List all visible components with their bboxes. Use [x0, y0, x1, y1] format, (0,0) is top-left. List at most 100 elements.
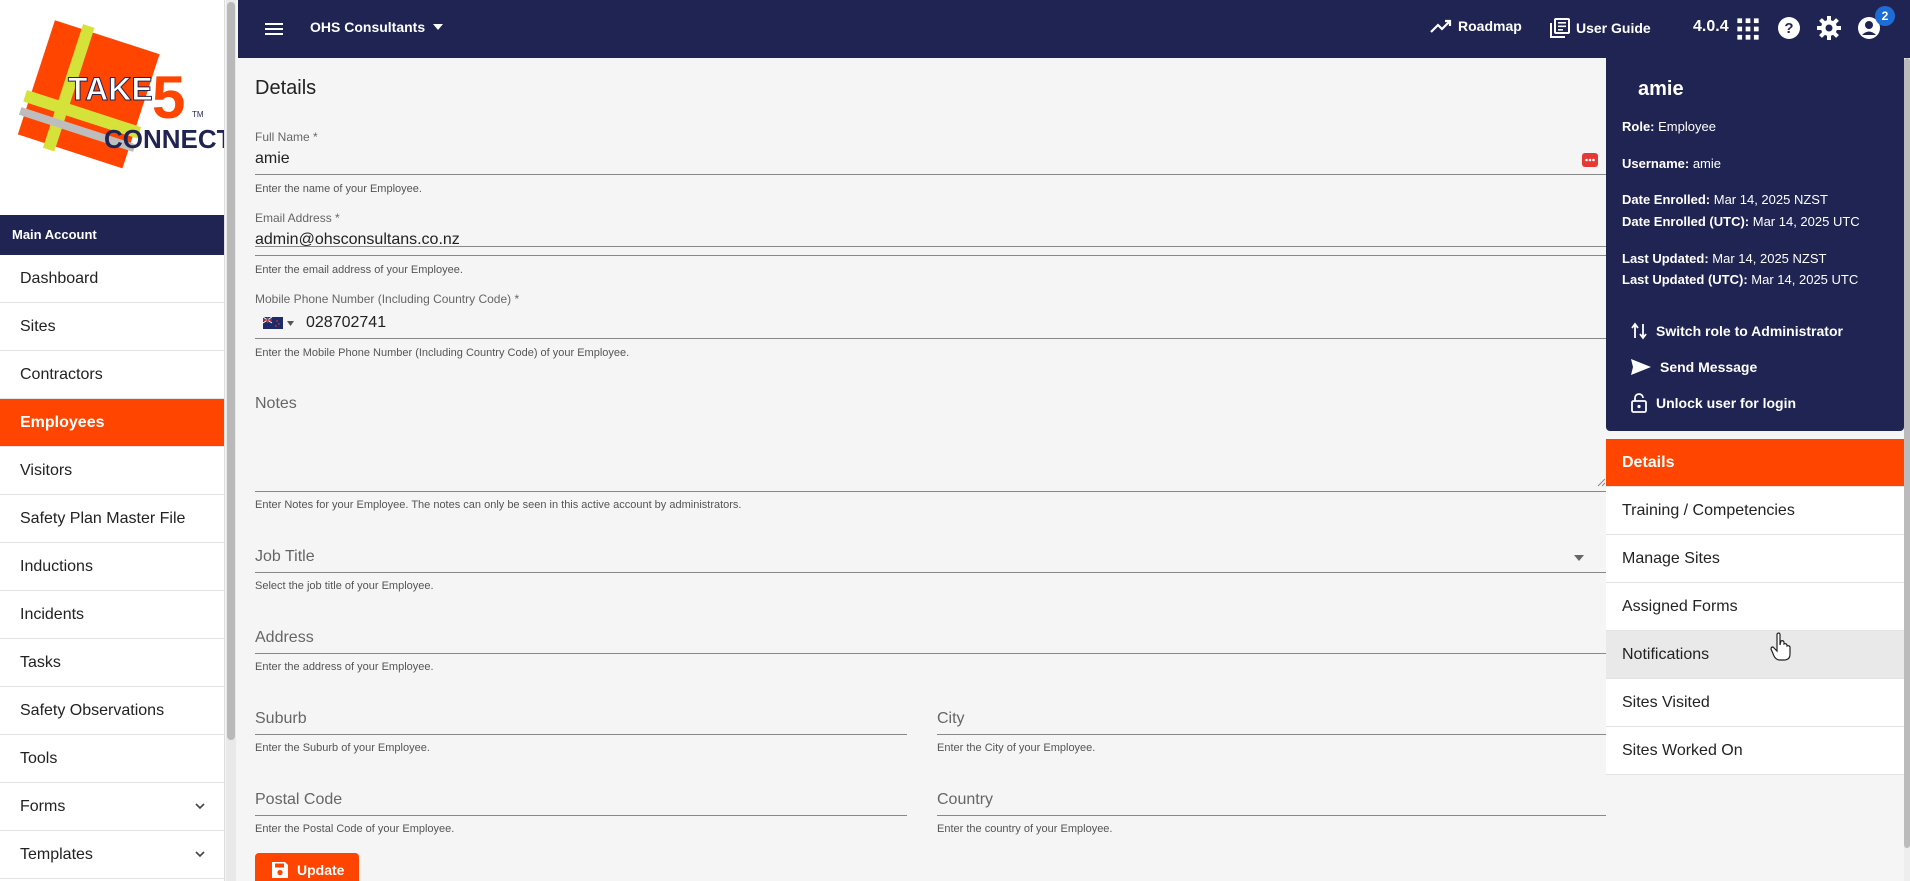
page-scrollbar-thumb[interactable]	[1904, 58, 1910, 848]
switch-role-button[interactable]: Switch role to Administrator	[1630, 322, 1843, 340]
country-input[interactable]: Country	[937, 791, 993, 809]
unlock-user-button[interactable]: Unlock user for login	[1630, 393, 1796, 413]
tab-assigned-forms[interactable]: Assigned Forms	[1606, 583, 1904, 631]
svg-text:TAKE: TAKE	[68, 71, 153, 107]
update-label: Update	[297, 862, 345, 878]
sidebar-item-contractors[interactable]: Contractors	[0, 351, 224, 399]
chevron-down-icon	[195, 851, 205, 858]
address-helper: Enter the address of your Employee.	[255, 661, 434, 673]
page-scrollbar[interactable]	[1904, 58, 1910, 881]
email-label: Email Address *	[255, 211, 340, 225]
tab-training-competencies[interactable]: Training / Competencies	[1606, 487, 1904, 535]
sidebar-item-tasks[interactable]: Tasks	[0, 639, 224, 687]
mobile-input[interactable]: 028702741	[306, 314, 386, 332]
suburb-input[interactable]: Suburb	[255, 710, 307, 728]
notification-badge: 2	[1875, 6, 1895, 26]
resize-handle-icon[interactable]	[1597, 478, 1606, 487]
gear-icon[interactable]	[1816, 15, 1842, 41]
full-name-field[interactable]: Full Name * amie	[255, 130, 1606, 247]
date-enrolled-label: Date Enrolled:	[1622, 192, 1711, 207]
email-underline	[255, 255, 1606, 256]
address-underline	[255, 653, 1606, 654]
username-info: Username: amie	[1622, 156, 1721, 171]
apps-grid-icon[interactable]	[1735, 16, 1761, 42]
postal-code-underline	[255, 815, 907, 816]
role-value: Employee	[1658, 119, 1716, 134]
sidebar-scrollbar[interactable]	[226, 0, 236, 881]
caret-down-icon	[287, 320, 294, 326]
sidebar-item-safety-plan-master-file[interactable]: Safety Plan Master File	[0, 495, 224, 543]
hamburger-menu-icon[interactable]	[262, 17, 286, 41]
roadmap-link[interactable]: Roadmap	[1430, 18, 1522, 34]
tab-sites-worked-on[interactable]: Sites Worked On	[1606, 727, 1904, 775]
swap-vertical-icon	[1631, 322, 1647, 340]
roadmap-label: Roadmap	[1458, 18, 1522, 34]
notes-textarea[interactable]: Notes	[255, 395, 297, 413]
city-input[interactable]: City	[937, 710, 965, 728]
update-button[interactable]: Update	[255, 853, 359, 881]
library-books-icon	[1550, 18, 1570, 38]
city-underline	[937, 734, 1606, 735]
main-account-header: Main Account	[0, 215, 224, 255]
svg-text:5: 5	[152, 64, 185, 131]
email-field[interactable]: Email Address * admin@ohsconsultans.co.n…	[255, 211, 1606, 249]
sidebar-item-tools[interactable]: Tools	[0, 735, 224, 783]
last-updated-info: Last Updated: Mar 14, 2025 NZST	[1622, 251, 1826, 266]
sidebar-item-incidents[interactable]: Incidents	[0, 591, 224, 639]
date-enrolled-utc-value: Mar 14, 2025 UTC	[1752, 214, 1860, 229]
last-updated-utc-label: Last Updated (UTC):	[1622, 272, 1748, 287]
postal-code-helper: Enter the Postal Code of your Employee.	[255, 823, 455, 835]
account-selector[interactable]: OHS Consultants	[310, 19, 444, 35]
username-value: amie	[1692, 156, 1722, 171]
sidebar-item-visitors[interactable]: Visitors	[0, 447, 224, 495]
username-label: Username:	[1622, 156, 1690, 171]
email-input[interactable]: admin@ohsconsultans.co.nz	[255, 231, 1606, 249]
last-updated-utc-info: Last Updated (UTC): Mar 14, 2025 UTC	[1622, 272, 1858, 287]
email-helper: Enter the email address of your Employee…	[255, 264, 463, 276]
user-guide-label: User Guide	[1576, 20, 1651, 36]
country-code-selector[interactable]	[263, 317, 294, 329]
country-underline	[937, 815, 1606, 816]
sidebar-item-safety-observations[interactable]: Safety Observations	[0, 687, 224, 735]
take5-connect-logo[interactable]: TAKE 5 CONNECT TM	[0, 0, 224, 215]
sidebar-item-templates[interactable]: Templates	[0, 831, 224, 879]
password-manager-icon[interactable]	[1582, 153, 1598, 167]
tab-notifications[interactable]: Notifications	[1606, 631, 1904, 679]
caret-down-icon[interactable]	[1574, 555, 1584, 561]
nz-flag-icon	[263, 317, 283, 329]
suburb-helper: Enter the Suburb of your Employee.	[255, 742, 430, 754]
send-message-button[interactable]: Send Message	[1630, 358, 1757, 376]
send-icon	[1631, 359, 1651, 375]
sidebar-item-employees[interactable]: Employees	[0, 399, 224, 447]
last-updated-value: Mar 14, 2025 NZST	[1712, 251, 1827, 266]
sidebar-scrollbar-thumb[interactable]	[227, 2, 235, 740]
sidebar-item-inductions[interactable]: Inductions	[0, 543, 224, 591]
sidebar-item-sites[interactable]: Sites	[0, 303, 224, 351]
chevron-down-icon	[195, 803, 205, 810]
address-input[interactable]: Address	[255, 629, 314, 647]
form-title: Details	[255, 77, 317, 99]
hand-cursor-icon	[1770, 632, 1791, 661]
full-name-label: Full Name *	[255, 130, 318, 144]
sidebar-item-label: Forms	[20, 798, 66, 815]
mobile-underline	[255, 338, 1606, 339]
tab-details[interactable]: Details	[1606, 439, 1904, 487]
account-name: OHS Consultants	[310, 19, 426, 35]
full-name-input[interactable]: amie	[255, 150, 1606, 168]
job-title-select[interactable]: Job Title	[255, 548, 315, 566]
postal-code-input[interactable]: Postal Code	[255, 791, 342, 809]
date-enrolled-utc-info: Date Enrolled (UTC): Mar 14, 2025 UTC	[1622, 214, 1860, 229]
help-icon[interactable]: ?	[1776, 15, 1802, 41]
send-message-label: Send Message	[1660, 359, 1758, 375]
sidebar-item-forms[interactable]: Forms	[0, 783, 224, 831]
mobile-field[interactable]: Mobile Phone Number (Including Country C…	[255, 292, 1606, 332]
mobile-label: Mobile Phone Number (Including Country C…	[255, 292, 520, 306]
tab-manage-sites[interactable]: Manage Sites	[1606, 535, 1904, 583]
sidebar-item-dashboard[interactable]: Dashboard	[0, 255, 224, 303]
job-title-underline	[255, 572, 1606, 573]
role-label: Role:	[1622, 119, 1655, 134]
country-helper: Enter the country of your Employee.	[937, 823, 1113, 835]
full-name-underline	[255, 174, 1606, 175]
user-guide-link[interactable]: User Guide	[1550, 18, 1651, 38]
tab-sites-visited[interactable]: Sites Visited	[1606, 679, 1904, 727]
